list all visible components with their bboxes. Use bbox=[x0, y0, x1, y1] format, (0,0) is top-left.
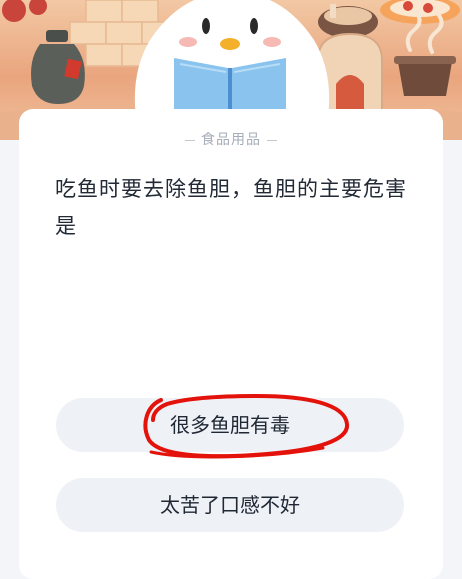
answer-option-1[interactable]: 很多鱼胆有毒 bbox=[56, 398, 404, 452]
pot-icon bbox=[318, 4, 378, 38]
category-label: 食品用品 bbox=[19, 129, 443, 149]
answer-option-label: 很多鱼胆有毒 bbox=[170, 413, 290, 437]
answer-option-label: 太苦了口感不好 bbox=[160, 493, 300, 517]
question-text: 吃鱼时要去除鱼胆，鱼胆的主要危害是 bbox=[55, 177, 407, 238]
category-text: 食品用品 bbox=[201, 132, 261, 148]
divider-left bbox=[185, 139, 195, 141]
answer-option-2[interactable]: 太苦了口感不好 bbox=[56, 478, 404, 532]
steaming-pot-icon bbox=[394, 10, 456, 96]
question-card: 食品用品 吃鱼时要去除鱼胆，鱼胆的主要危害是 很多鱼胆有毒 太苦了口感不好 bbox=[19, 109, 443, 579]
divider-right bbox=[267, 139, 277, 141]
lobster-decoration bbox=[2, 0, 47, 22]
